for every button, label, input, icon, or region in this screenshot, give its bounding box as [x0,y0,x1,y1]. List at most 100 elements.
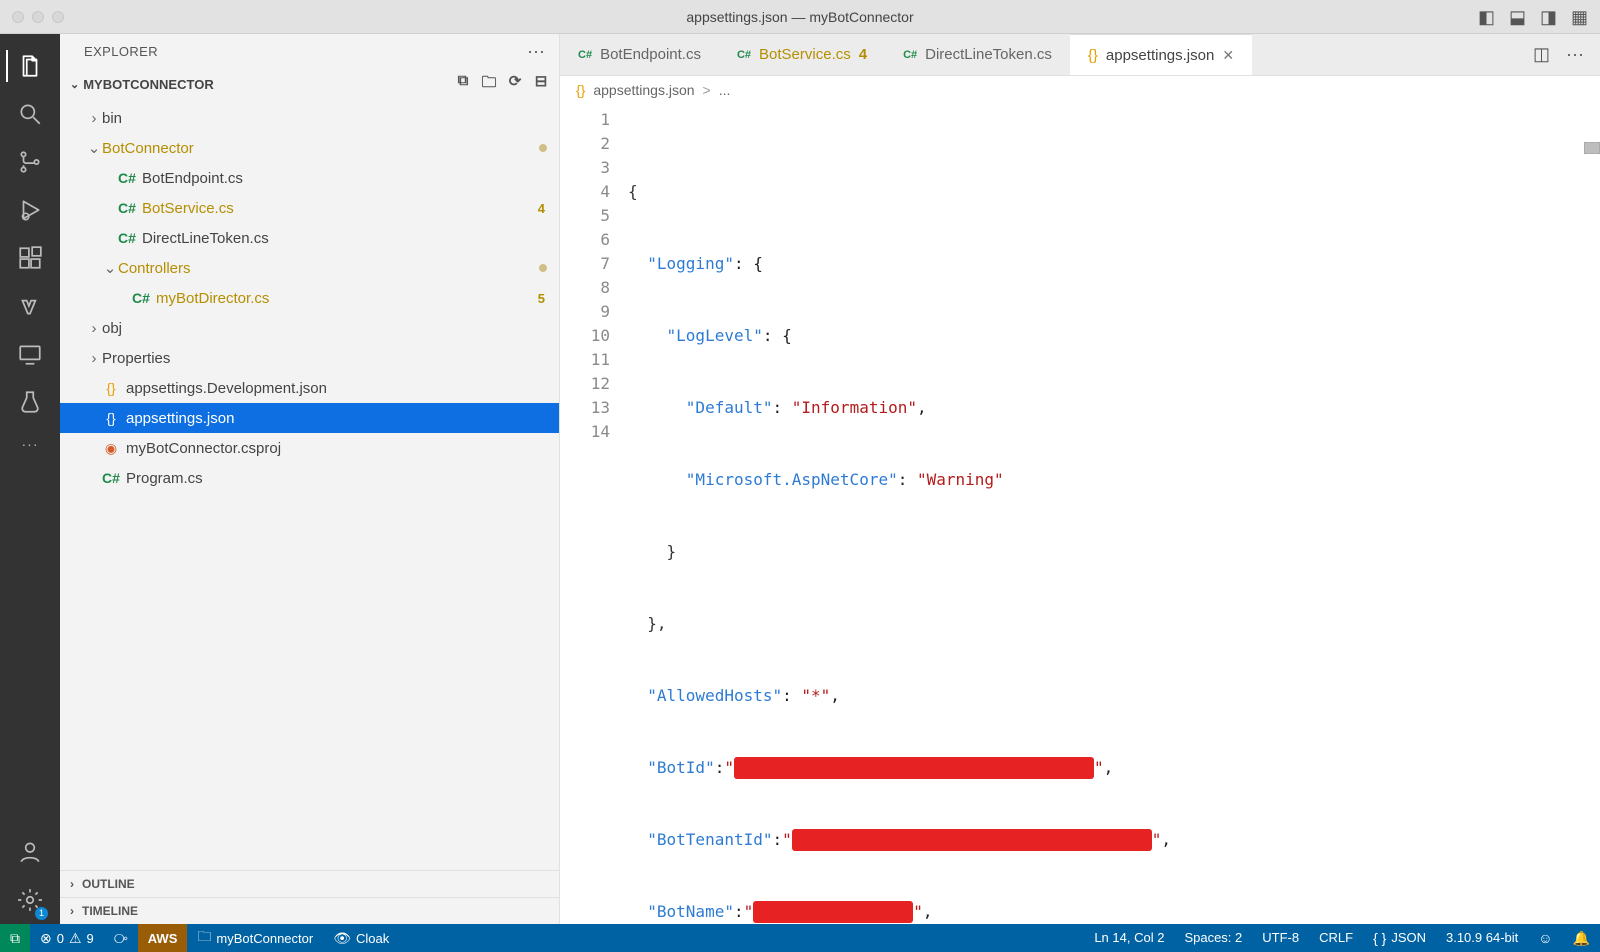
json-file-icon: {} [102,380,120,396]
code-editor[interactable]: 1234567891011121314 { "Logging": { "LogL… [560,104,1600,924]
status-bar: ⧉ ⊗0 ⚠9 ⧂ AWS 🗀myBotConnector 👁Cloak Ln … [0,924,1600,952]
new-folder-icon[interactable]: 🗀 [481,72,497,97]
status-spaces[interactable]: Spaces: 2 [1174,930,1252,945]
chevron-right-icon: › [70,877,74,891]
tree-file-mybotdirector[interactable]: C# myBotDirector.cs 5 [60,283,559,313]
status-feedback[interactable]: ☺ [1528,930,1562,946]
section-chevron-icon[interactable]: ⌄ [70,78,79,91]
tab-directlinetoken[interactable]: C# DirectLineToken.cs [885,34,1070,75]
tab-label: appsettings.json [1106,47,1214,64]
port-icon: ⧂ [114,930,128,947]
tree-label: DirectLineToken.cs [142,230,559,247]
modified-dot-icon [539,264,547,272]
chevron-right-icon: › [86,350,102,367]
tree-folder-bin[interactable]: › bin [60,103,559,133]
tab-appsettings[interactable]: {} appsettings.json ✕ [1070,34,1252,75]
zoom-window-button[interactable] [52,11,64,23]
layout-panel-right-icon[interactable]: ◨ [1540,8,1557,26]
tree-label: myBotDirector.cs [156,290,538,307]
activity-more[interactable]: ··· [6,426,54,462]
new-file-icon[interactable]: ⧉ [455,72,471,97]
activity-extensions[interactable] [6,234,54,282]
activity-source-control[interactable] [6,138,54,186]
tree-folder-properties[interactable]: › Properties [60,343,559,373]
csharp-file-icon: C# [102,470,120,486]
traffic-lights [12,11,64,23]
minimize-window-button[interactable] [32,11,44,23]
editor-more-icon[interactable]: ··· [1566,44,1584,65]
activity-explorer[interactable] [6,42,54,90]
minimap-thumb[interactable] [1584,142,1600,154]
error-icon: ⊗ [40,930,52,947]
status-eol[interactable]: CRLF [1309,930,1363,945]
breadcrumb-file: appsettings.json [593,82,694,98]
json-file-icon: {} [1088,47,1098,64]
tree-file-botservice[interactable]: C# BotService.cs 4 [60,193,559,223]
section-title: MYBOTCONNECTOR [83,77,213,92]
status-language[interactable]: { }JSON [1363,930,1436,946]
remote-icon: ⧉ [10,930,20,947]
tree-file-appsettings-dev[interactable]: {} appsettings.Development.json [60,373,559,403]
activity-testing[interactable] [6,378,54,426]
activity-remote[interactable] [6,330,54,378]
section-timeline[interactable]: › TIMELINE [60,898,559,924]
status-cursor[interactable]: Ln 14, Col 2 [1084,930,1174,945]
tree-folder-controllers[interactable]: ⌄ Controllers [60,253,559,283]
title-bar: appsettings.json — myBotConnector ◧ ⬓ ◨ … [0,0,1600,34]
chevron-right-icon: › [86,110,102,127]
chevron-right-icon: › [86,320,102,337]
json-file-icon: {} [576,82,585,98]
status-remote[interactable]: ⧉ [0,924,30,952]
layout-panel-left-icon[interactable]: ◧ [1478,8,1495,26]
tab-label: BotEndpoint.cs [600,46,701,63]
timeline-label: TIMELINE [82,904,138,918]
layout-grid-icon[interactable]: ▦ [1571,8,1588,26]
split-editor-icon[interactable]: ◫ [1533,44,1550,65]
tree-folder-botconnector[interactable]: ⌄ BotConnector [60,133,559,163]
title-layout-controls: ◧ ⬓ ◨ ▦ [1478,8,1588,26]
status-problems[interactable]: ⊗0 ⚠9 [30,924,104,952]
chevron-right-icon: › [70,904,74,918]
tree-badge: 5 [538,291,545,306]
more-dots-icon: ··· [22,436,39,452]
feedback-icon: ☺ [1538,930,1552,946]
status-interpreter[interactable]: 3.10.9 64-bit [1436,930,1528,945]
activity-search[interactable] [6,90,54,138]
tree-label: Properties [102,350,559,367]
tree-file-directlinetoken[interactable]: C# DirectLineToken.cs [60,223,559,253]
tab-botservice[interactable]: C# BotService.cs 4 [719,34,885,75]
tree-file-botendpoint[interactable]: C# BotEndpoint.cs [60,163,559,193]
editor-area: C# BotEndpoint.cs C# BotService.cs 4 C# … [560,34,1600,924]
tree-folder-obj[interactable]: › obj [60,313,559,343]
csharp-file-icon: C# [118,170,136,186]
csharp-file-icon: C# [118,200,136,216]
tab-botendpoint[interactable]: C# BotEndpoint.cs [560,34,719,75]
status-encoding[interactable]: UTF-8 [1252,930,1309,945]
activity-accounts[interactable] [6,828,54,876]
redacted-value [734,757,1094,779]
status-bell[interactable]: 🔔 [1563,930,1600,947]
tree-file-csproj[interactable]: ◉ myBotConnector.csproj [60,433,559,463]
close-window-button[interactable] [12,11,24,23]
activity-manage[interactable]: 1 [6,876,54,924]
section-outline[interactable]: › OUTLINE [60,871,559,897]
activity-aws[interactable] [6,282,54,330]
layout-panel-bottom-icon[interactable]: ⬓ [1509,8,1526,26]
explorer-more-icon[interactable]: ··· [527,42,545,60]
close-tab-icon[interactable]: ✕ [1222,48,1234,62]
sidebar-explorer: EXPLORER ··· ⌄ MYBOTCONNECTOR ⧉ 🗀 ⟳ ⊟ › [60,34,560,924]
activity-run-debug[interactable] [6,186,54,234]
status-folder[interactable]: 🗀myBotConnector [187,924,323,952]
editor-tabs: C# BotEndpoint.cs C# BotService.cs 4 C# … [560,34,1600,76]
braces-icon: { } [1373,930,1386,946]
tree-file-appsettings[interactable]: {} appsettings.json [60,403,559,433]
tree-label: BotService.cs [142,200,538,217]
collapse-all-icon[interactable]: ⊟ [533,72,549,97]
bell-icon: 🔔 [1573,930,1590,947]
breadcrumb[interactable]: {} appsettings.json > ... [560,76,1600,104]
refresh-icon[interactable]: ⟳ [507,72,523,97]
tree-file-program[interactable]: C# Program.cs [60,463,559,493]
status-cloak[interactable]: 👁Cloak [323,924,399,952]
status-aws[interactable]: AWS [138,924,188,952]
status-port[interactable]: ⧂ [104,924,138,952]
